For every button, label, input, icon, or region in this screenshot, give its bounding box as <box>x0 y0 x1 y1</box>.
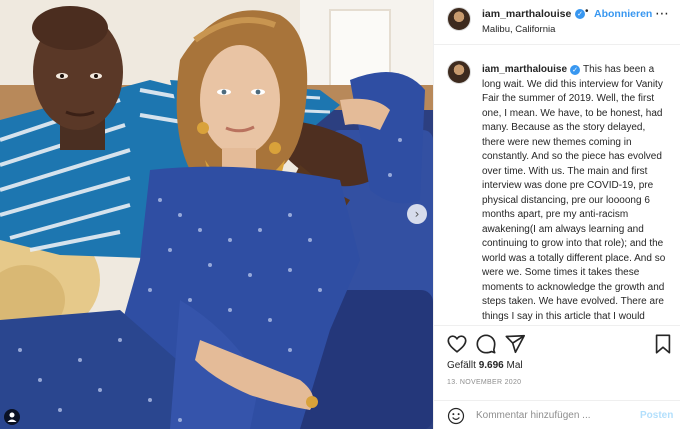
next-photo-button[interactable]: › <box>407 204 427 224</box>
action-bar <box>434 333 680 357</box>
comment-input[interactable] <box>476 407 626 424</box>
follow-button[interactable]: Abonnieren <box>594 8 652 20</box>
divider <box>434 325 680 326</box>
bookmark-icon[interactable] <box>652 333 674 355</box>
caption-body: This has been a long wait. We did this i… <box>482 64 666 322</box>
caption-username[interactable]: iam_marthalouise <box>482 64 567 75</box>
avatar[interactable] <box>447 7 471 31</box>
more-options-icon[interactable]: ⋯ <box>655 6 669 22</box>
verified-badge-icon: ✓ <box>570 65 581 75</box>
chevron-right-icon: › <box>414 207 420 221</box>
likes-number: 9.696 <box>478 360 504 371</box>
post-comment-button[interactable]: Posten <box>640 410 673 421</box>
caption-avatar[interactable] <box>447 60 471 84</box>
user-tag-icon[interactable] <box>4 409 20 425</box>
post-header: iam_marthalouise ✓ • Abonnieren Malibu, … <box>434 0 680 45</box>
separator-dot: • <box>585 6 589 17</box>
paper-plane-icon[interactable] <box>504 333 526 355</box>
caption-text: iam_marthalouise ✓ This has been a long wa… <box>482 63 668 325</box>
post-sidebar: iam_marthalouise ✓ • Abonnieren Malibu, … <box>433 0 680 429</box>
username[interactable]: iam_marthalouise <box>482 8 571 20</box>
heart-icon[interactable] <box>446 333 468 355</box>
comments-area[interactable]: iam_marthalouise ✓ This has been a long wa… <box>434 46 680 325</box>
likes-prefix: Gefällt <box>447 360 479 371</box>
comment-bar: Posten <box>434 400 680 429</box>
likes-suffix: Mal <box>503 360 523 371</box>
verified-badge-icon: ✓ <box>575 9 585 19</box>
location-link[interactable]: Malibu, California <box>482 24 555 35</box>
post-date[interactable]: 13. NOVEMBER 2020 <box>447 379 521 386</box>
post-photo[interactable]: › <box>0 0 433 429</box>
likes-count[interactable]: Gefällt 9.696 Mal <box>447 360 523 371</box>
comment-bubble-icon[interactable] <box>475 333 497 355</box>
emoji-smiley-icon[interactable] <box>447 407 465 425</box>
photo-illustration <box>0 0 433 429</box>
